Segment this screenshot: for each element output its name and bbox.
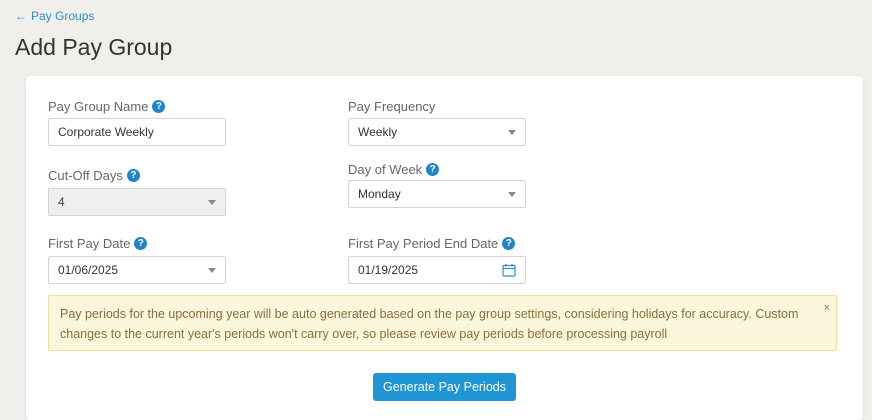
cut-off-days-label-text: Cut-Off Days xyxy=(48,168,123,183)
back-arrow-icon: ← xyxy=(15,9,27,23)
first-pay-period-end-date-label: First Pay Period End Date ? xyxy=(348,236,516,251)
pay-frequency-value: Weekly xyxy=(358,125,398,139)
first-pay-date-help-icon[interactable]: ? xyxy=(134,237,148,250)
auto-generate-warning-alert: Pay periods for the upcoming year will b… xyxy=(48,295,837,351)
back-to-pay-groups-link[interactable]: ← Pay Groups xyxy=(15,9,94,23)
day-of-week-help-icon[interactable]: ? xyxy=(426,163,440,176)
chevron-down-icon xyxy=(208,267,216,273)
first-pay-date-select[interactable]: 01/06/2025 xyxy=(48,256,226,284)
calendar-icon[interactable] xyxy=(502,263,516,277)
alert-message: Pay periods for the upcoming year will b… xyxy=(60,307,799,341)
pay-group-name-value: Corporate Weekly xyxy=(58,125,154,139)
day-of-week-label-text: Day of Week xyxy=(348,162,423,177)
first-pay-period-end-date-value: 01/19/2025 xyxy=(358,263,419,277)
page-title: Add Pay Group xyxy=(15,34,173,60)
cut-off-days-select: 4 xyxy=(48,188,226,216)
cut-off-days-label: Cut-Off Days ? xyxy=(48,168,140,183)
cut-off-days-help-icon[interactable]: ? xyxy=(126,169,140,182)
day-of-week-select[interactable]: Monday xyxy=(348,180,526,208)
day-of-week-value: Monday xyxy=(358,187,401,201)
generate-pay-periods-button[interactable]: Generate Pay Periods xyxy=(373,373,516,401)
pay-group-form-card: Pay Group Name ? Corporate Weekly Pay Fr… xyxy=(26,76,863,420)
first-pay-date-label: First Pay Date ? xyxy=(48,236,148,251)
pay-group-name-input[interactable]: Corporate Weekly xyxy=(48,118,226,146)
pay-group-name-help-icon[interactable]: ? xyxy=(152,100,166,113)
back-link-label: Pay Groups xyxy=(31,9,95,23)
pay-frequency-label: Pay Frequency xyxy=(348,99,435,114)
pay-frequency-label-text: Pay Frequency xyxy=(348,99,436,114)
first-pay-date-label-text: First Pay Date xyxy=(48,236,131,251)
first-pay-period-end-date-label-text: First Pay Period End Date xyxy=(348,236,499,251)
pay-group-name-label: Pay Group Name ? xyxy=(48,99,166,114)
pay-group-name-label-text: Pay Group Name xyxy=(48,99,149,114)
close-icon[interactable]: × xyxy=(824,298,830,318)
day-of-week-label: Day of Week ? xyxy=(348,162,440,177)
first-pay-date-value: 01/06/2025 xyxy=(58,263,119,277)
cut-off-days-value: 4 xyxy=(58,195,65,209)
first-pay-period-end-date-input[interactable]: 01/19/2025 xyxy=(348,256,526,284)
pay-frequency-select[interactable]: Weekly xyxy=(348,118,526,146)
chevron-down-icon xyxy=(208,199,216,205)
chevron-down-icon xyxy=(508,191,516,197)
first-pay-period-end-date-help-icon[interactable]: ? xyxy=(502,237,516,250)
chevron-down-icon xyxy=(508,129,516,135)
